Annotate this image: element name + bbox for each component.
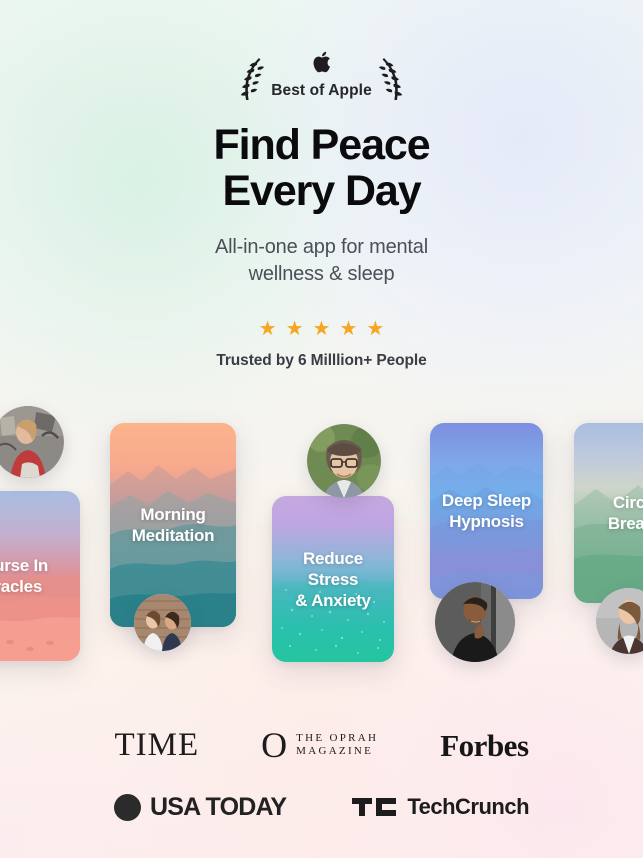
subtitle-line-1: All-in-one app for mental	[215, 236, 428, 258]
apple-logo-svg	[313, 51, 330, 73]
star-icon: ★	[339, 318, 358, 340]
award-badge: Best of Apple	[0, 48, 643, 102]
headline-line-1: Find Peace	[213, 121, 430, 169]
avatar-image	[307, 424, 381, 498]
landing-page-root: Best of Apple Find Peace Every Day All-i…	[0, 0, 643, 858]
techcrunch-wordmark: TechCrunch	[407, 794, 530, 819]
card-title: Morning Meditation	[131, 505, 215, 545]
oprah-line-2: MAGAZINE	[296, 745, 374, 757]
logo-time: TIME	[114, 726, 200, 763]
card-deep-sleep-hypnosis[interactable]: Deep Sleep Hypnosis	[430, 423, 543, 599]
award-center: Best of Apple	[271, 51, 372, 102]
page-title: Find Peace Every Day	[0, 122, 643, 214]
star-icon: ★	[312, 318, 331, 340]
avatar-image	[134, 594, 191, 651]
usa-today-circle-icon	[113, 793, 141, 821]
avatar-pair[interactable]	[134, 594, 191, 651]
oprah-o-mark: O	[261, 725, 288, 765]
card-reduce-stress-anxiety[interactable]: Reduce Stress & Anxiety	[272, 496, 394, 662]
subtitle-line-2: wellness & sleep	[248, 263, 395, 285]
trusted-by-label: Trusted by 6 Milllion+ People	[216, 352, 427, 369]
logo-usa-today: USA TODAY	[113, 792, 287, 821]
press-row-2: USA TODAY TechCrunch	[0, 780, 643, 834]
card-title: Circu Breath	[607, 493, 643, 533]
card-title: Reduce Stress & Anxiety	[295, 548, 371, 610]
page-subtitle: All-in-one app for mental wellness & sle…	[0, 234, 643, 288]
apple-logo-icon	[312, 51, 331, 77]
laurel-branch-left-icon	[240, 58, 265, 100]
avatar-black[interactable]	[435, 582, 515, 662]
techcrunch-tc-mark-icon	[352, 798, 397, 816]
logo-forbes: Forbes	[440, 727, 529, 763]
award-label: Best of Apple	[271, 82, 372, 99]
hero-section: Best of Apple Find Peace Every Day All-i…	[0, 0, 643, 370]
press-row-1: TIME O THE OPRAH MAGAZINE Forbes	[0, 714, 643, 776]
star-icon: ★	[258, 318, 277, 340]
logo-oprah-magazine: O THE OPRAH MAGAZINE	[261, 725, 378, 765]
avatar-glasses[interactable]	[307, 424, 381, 498]
card-title: ourse In iracles	[0, 556, 49, 596]
press-logos-section: TIME O THE OPRAH MAGAZINE Forbes USA TOD…	[0, 714, 643, 834]
oprah-line-1: THE OPRAH	[296, 732, 379, 745]
card-circular-breathing[interactable]: Circu Breath	[574, 423, 643, 603]
logo-techcrunch: TechCrunch	[352, 794, 530, 819]
oprah-wordmark: THE OPRAH MAGAZINE	[296, 732, 378, 758]
card-course-in-miracles[interactable]: ourse In iracles	[0, 491, 80, 661]
star-icon: ★	[285, 318, 304, 340]
laurel-branch-right-icon	[378, 58, 403, 100]
usa-today-wordmark: USA TODAY	[149, 792, 287, 821]
card-title: Deep Sleep Hypnosis	[441, 491, 532, 531]
headline-line-2: Every Day	[222, 167, 421, 215]
rating-stars: ★ ★ ★ ★ ★	[0, 319, 643, 339]
star-icon: ★	[366, 318, 385, 340]
avatar-image	[435, 582, 515, 662]
